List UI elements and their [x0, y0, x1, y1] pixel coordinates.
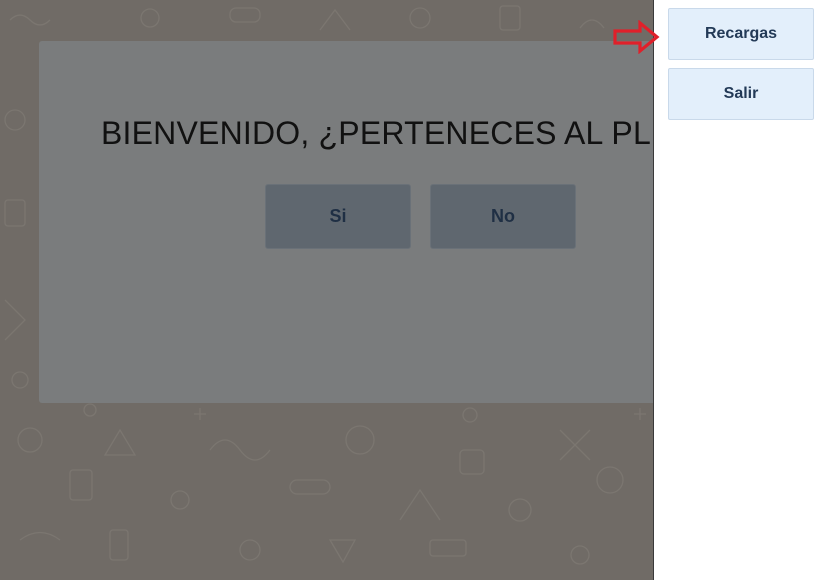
no-button[interactable]: No [430, 184, 576, 249]
right-arrow-icon [613, 20, 660, 54]
recargas-button[interactable]: Recargas [668, 8, 814, 60]
salir-button[interactable]: Salir [668, 68, 814, 120]
yes-button[interactable]: Si [265, 184, 411, 249]
welcome-dialog: BIENVENIDO, ¿PERTENECES AL PL Si No [39, 41, 679, 403]
side-drawer: Recargas Salir [653, 0, 827, 580]
dialog-title: BIENVENIDO, ¿PERTENECES AL PL [101, 115, 651, 151]
